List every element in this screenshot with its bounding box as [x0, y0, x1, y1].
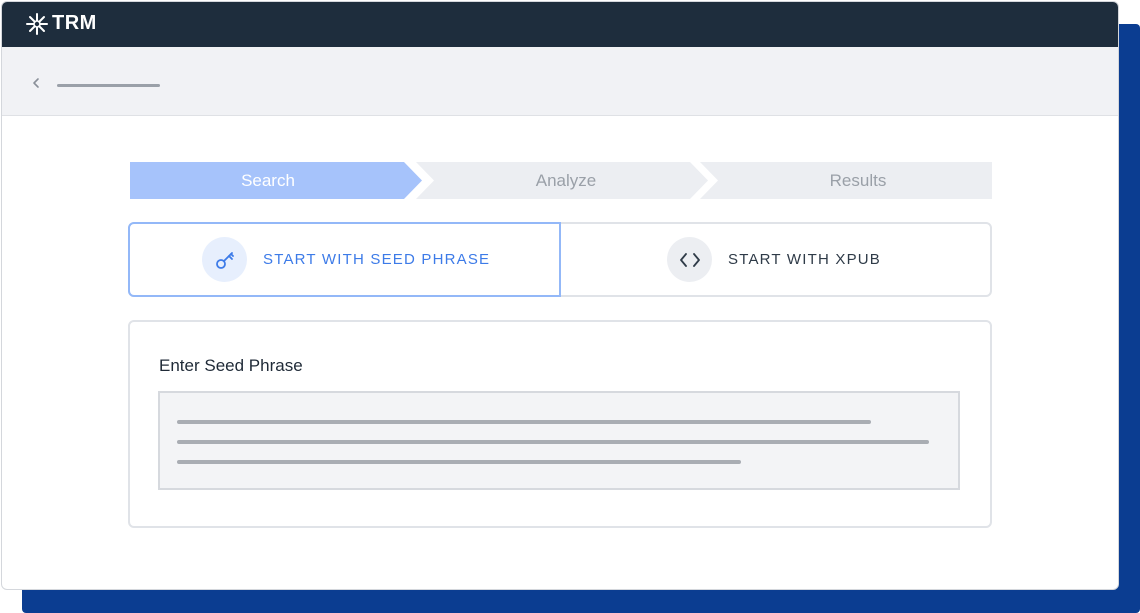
- top-nav-bar: TRM: [2, 2, 1118, 47]
- seed-phrase-input[interactable]: [158, 391, 960, 490]
- seed-phrase-label: START WITH SEED PHRASE: [263, 251, 491, 268]
- start-method-selector: START WITH SEED PHRASE START WITH XPUB: [128, 222, 992, 297]
- placeholder-line: [177, 460, 741, 464]
- breadcrumb-placeholder: [57, 84, 160, 87]
- progress-stepper: Results Analyze Search: [130, 162, 992, 199]
- placeholder-line: [177, 440, 929, 444]
- logo-text: TRM: [52, 12, 97, 34]
- step-label: Results: [829, 170, 887, 190]
- tab-xpub[interactable]: START WITH XPUB: [561, 222, 992, 297]
- breadcrumb-bar: [2, 47, 1118, 116]
- key-icon-wrap: [202, 237, 247, 282]
- seed-phrase-panel: Enter Seed Phrase: [128, 320, 992, 528]
- panel-title: Enter Seed Phrase: [159, 356, 303, 375]
- step-results: Results: [700, 162, 992, 199]
- step-label: Search: [241, 170, 295, 190]
- key-icon: [215, 251, 234, 269]
- app-logo[interactable]: TRM: [26, 12, 97, 35]
- step-analyze: Analyze: [416, 162, 708, 199]
- tab-seed-phrase[interactable]: START WITH SEED PHRASE: [128, 222, 561, 297]
- code-icon: [679, 252, 700, 267]
- placeholder-line: [177, 420, 871, 424]
- trm-logo-icon: [26, 12, 48, 35]
- step-label: Analyze: [535, 170, 597, 190]
- step-search: Search: [130, 162, 422, 199]
- code-icon-wrap: [667, 237, 712, 282]
- chevron-left-icon[interactable]: [30, 77, 42, 89]
- xpub-label: START WITH XPUB: [728, 251, 882, 268]
